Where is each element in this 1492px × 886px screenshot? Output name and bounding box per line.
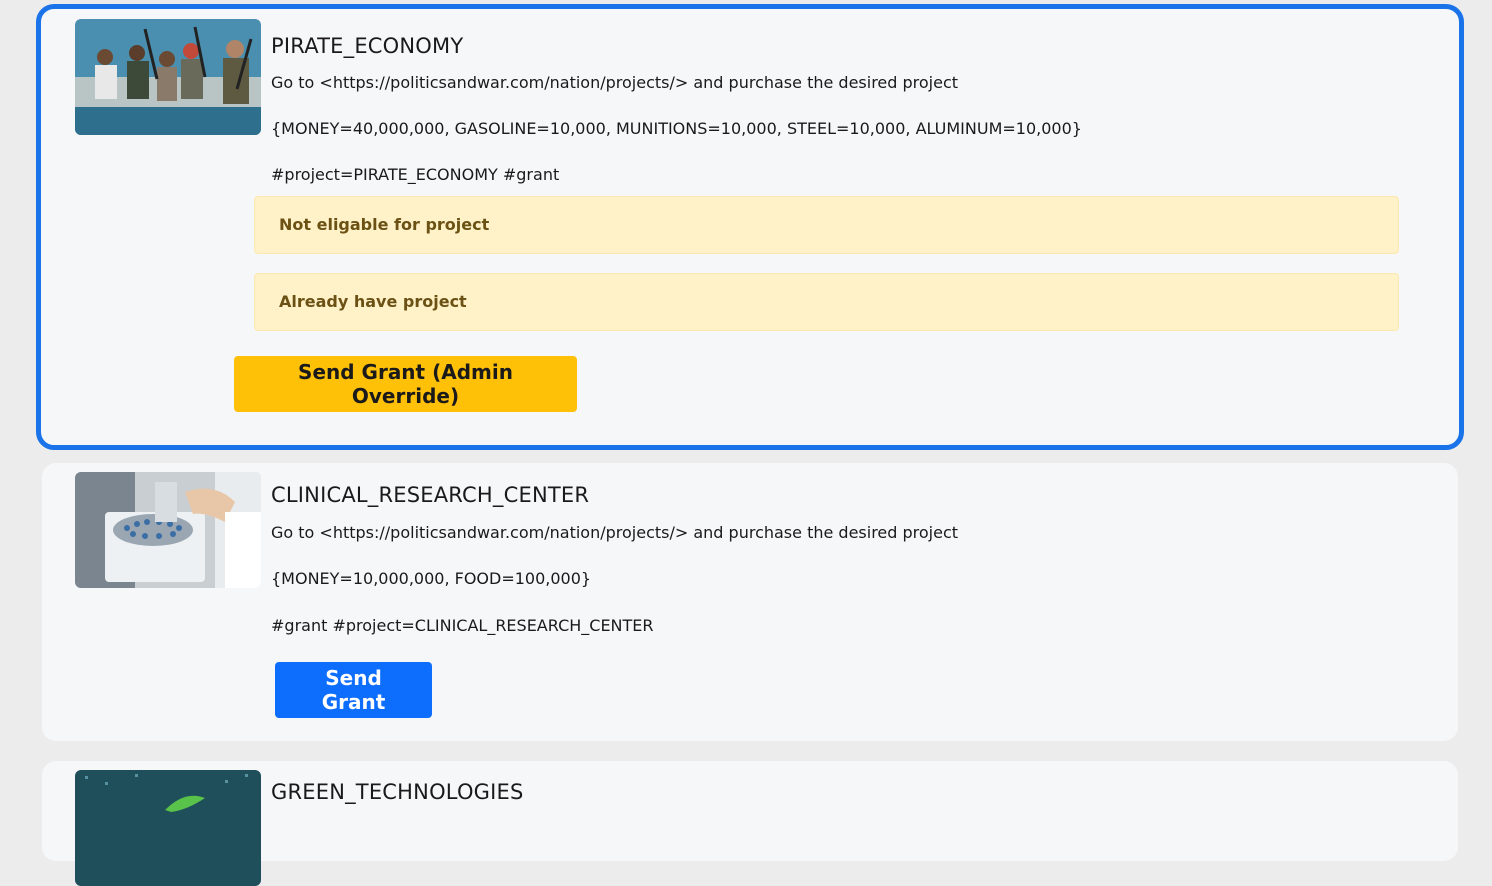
alert-already-have: Already have project: [254, 273, 1399, 331]
project-card-green-technologies[interactable]: GREEN_TECHNOLOGIES: [42, 761, 1458, 886]
project-card-clinical-research-center[interactable]: CLINICAL_RESEARCH_CENTER Go to <https://…: [42, 463, 1458, 741]
project-thumbnail: [75, 770, 261, 886]
project-thumbnail: [75, 19, 261, 135]
project-thumbnail: [75, 472, 261, 588]
project-cost: {MONEY=10,000,000, FOOD=100,000}: [271, 569, 592, 588]
project-tags: #project=PIRATE_ECONOMY #grant: [271, 165, 560, 184]
project-title: GREEN_TECHNOLOGIES: [271, 780, 524, 804]
project-title: CLINICAL_RESEARCH_CENTER: [271, 483, 590, 507]
green-tech-image: [75, 770, 261, 886]
pirates-image: [75, 19, 261, 135]
project-instruction: Go to <https://politicsandwar.com/nation…: [271, 523, 959, 542]
send-grant-admin-override-button[interactable]: Send Grant (Admin Override): [234, 356, 577, 412]
project-title: PIRATE_ECONOMY: [271, 34, 464, 58]
send-grant-button[interactable]: Send Grant: [275, 662, 432, 718]
project-tags: #grant #project=CLINICAL_RESEARCH_CENTER: [271, 616, 654, 635]
alert-not-eligible: Not eligable for project: [254, 196, 1399, 254]
project-cost: {MONEY=40,000,000, GASOLINE=10,000, MUNI…: [271, 119, 1082, 138]
project-instruction: Go to <https://politicsandwar.com/nation…: [271, 73, 959, 92]
lab-equipment-image: [75, 472, 261, 588]
